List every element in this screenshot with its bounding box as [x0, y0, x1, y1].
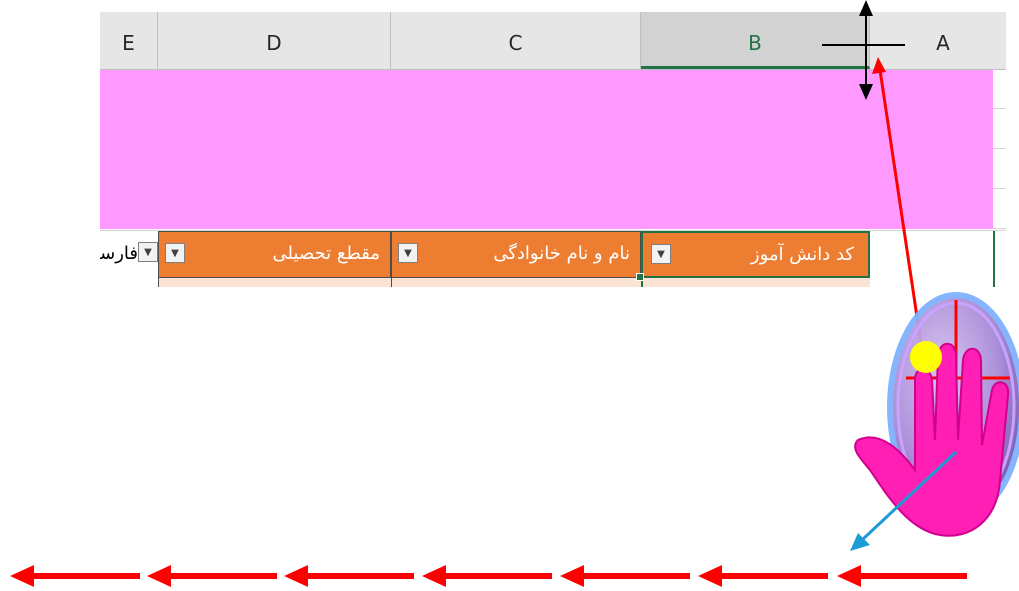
left-arrow-row — [10, 565, 967, 587]
left-arrow-icon — [147, 565, 277, 587]
red-pointer-line — [872, 57, 924, 351]
mouse-hand-icon — [854, 292, 1019, 537]
resize-cursor-icon — [822, 0, 905, 100]
left-arrow-icon — [10, 565, 140, 587]
click-point-marker — [910, 341, 942, 373]
left-arrow-icon — [560, 565, 690, 587]
left-arrow-icon — [284, 565, 414, 587]
left-arrow-icon — [422, 565, 552, 587]
left-arrow-icon — [698, 565, 828, 587]
left-arrow-icon — [837, 565, 967, 587]
instruction-overlay — [10, 0, 1019, 587]
